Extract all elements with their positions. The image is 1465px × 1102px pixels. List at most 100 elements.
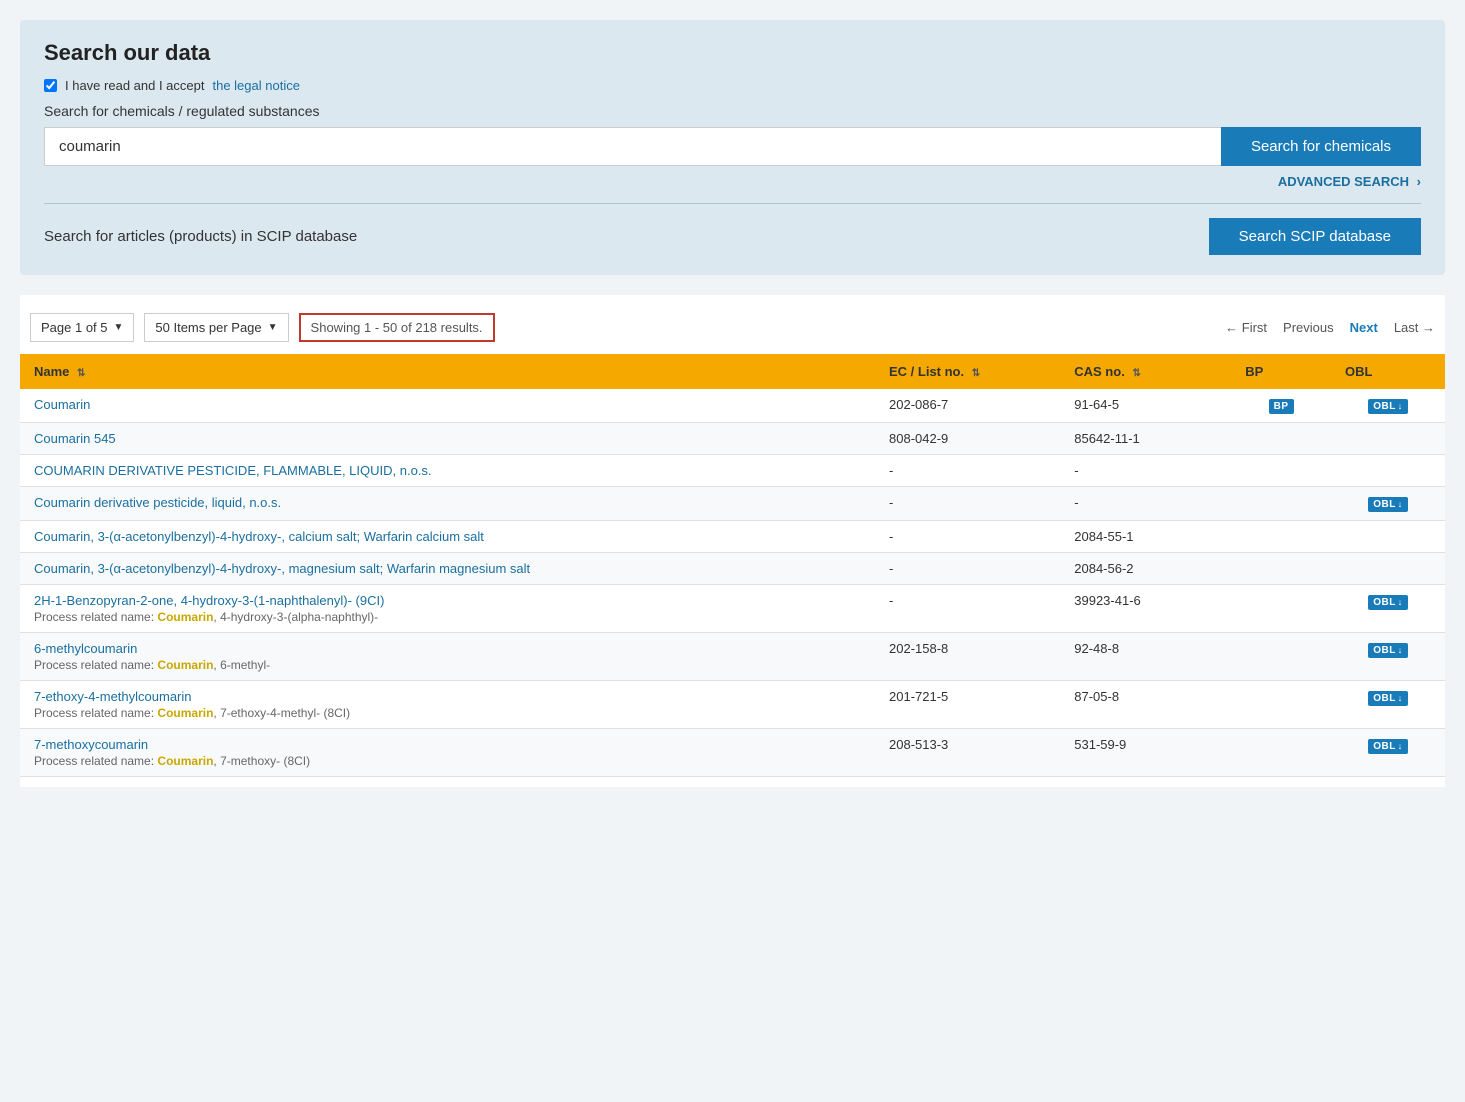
col-header-obl: OBL	[1331, 354, 1445, 389]
obl-badge[interactable]: OBL	[1368, 739, 1408, 754]
items-per-page-selector[interactable]: 50 Items per Page ▼	[144, 313, 288, 342]
obl-badge[interactable]: OBL	[1368, 497, 1408, 512]
col-header-bp: BP	[1231, 354, 1331, 389]
cell-obl: OBL	[1331, 729, 1445, 777]
chemical-name-link[interactable]: COUMARIN DERIVATIVE PESTICIDE, FLAMMABLE…	[34, 463, 432, 478]
table-row: Coumarin202-086-791-64-5BPOBL	[20, 389, 1445, 423]
table-header-row: Name ⇅ EC / List no. ⇅ CAS no. ⇅ BP	[20, 354, 1445, 389]
page-selector[interactable]: Page 1 of 5 ▼	[30, 313, 134, 342]
advanced-search-row: ADVANCED SEARCH ›	[44, 174, 1421, 189]
next-page-link[interactable]: Next	[1350, 320, 1378, 335]
cell-bp	[1231, 633, 1331, 681]
table-header: Name ⇅ EC / List no. ⇅ CAS no. ⇅ BP	[20, 354, 1445, 389]
search-label: Search for chemicals / regulated substan…	[44, 103, 1421, 119]
cell-obl: OBL	[1331, 681, 1445, 729]
legal-link[interactable]: the legal notice	[212, 78, 299, 93]
cell-cas: -	[1060, 455, 1231, 487]
results-table: Name ⇅ EC / List no. ⇅ CAS no. ⇅ BP	[20, 354, 1445, 777]
cell-name: Coumarin, 3-(α-acetonylbenzyl)-4-hydroxy…	[20, 553, 875, 585]
cell-name: Coumarin derivative pesticide, liquid, n…	[20, 487, 875, 521]
cell-cas: 92-48-8	[1060, 633, 1231, 681]
search-input[interactable]	[44, 127, 1221, 166]
cas-sort-icon[interactable]: ⇅	[1132, 368, 1140, 379]
cell-cas: -	[1060, 487, 1231, 521]
previous-page-link[interactable]: Previous	[1283, 320, 1334, 335]
cell-ec: -	[875, 455, 1060, 487]
highlight-text: Coumarin	[157, 706, 213, 720]
cell-bp: BP	[1231, 389, 1331, 423]
obl-badge[interactable]: OBL	[1368, 691, 1408, 706]
name-sort-icon[interactable]: ⇅	[77, 368, 85, 379]
chemical-name-link[interactable]: 7-ethoxy-4-methylcoumarin	[34, 689, 192, 704]
cell-ec: 202-158-8	[875, 633, 1060, 681]
table-row: Coumarin derivative pesticide, liquid, n…	[20, 487, 1445, 521]
col-header-name: Name ⇅	[20, 354, 875, 389]
results-section: Page 1 of 5 ▼ 50 Items per Page ▼ Showin…	[20, 295, 1445, 787]
cell-bp	[1231, 681, 1331, 729]
nav-links: ← First Previous Next Last →	[1225, 320, 1435, 335]
col-header-cas: CAS no. ⇅	[1060, 354, 1231, 389]
cell-name: Coumarin 545	[20, 423, 875, 455]
cell-ec: -	[875, 521, 1060, 553]
legal-notice-row: I have read and I accept the legal notic…	[44, 78, 1421, 93]
table-row: Coumarin, 3-(α-acetonylbenzyl)-4-hydroxy…	[20, 553, 1445, 585]
process-related-name: Process related name: Coumarin, 4-hydrox…	[34, 610, 861, 624]
first-page-link[interactable]: ← First	[1225, 320, 1267, 335]
cell-bp	[1231, 553, 1331, 585]
scip-search-button[interactable]: Search SCIP database	[1209, 218, 1421, 255]
highlight-text: Coumarin	[157, 610, 213, 624]
chemical-name-link[interactable]: 6-methylcoumarin	[34, 641, 137, 656]
search-row: Search for chemicals	[44, 127, 1421, 166]
cell-name: COUMARIN DERIVATIVE PESTICIDE, FLAMMABLE…	[20, 455, 875, 487]
cell-bp	[1231, 487, 1331, 521]
scip-row: Search for articles (products) in SCIP d…	[44, 218, 1421, 255]
results-count: Showing 1 - 50 of 218 results.	[299, 313, 495, 342]
cell-name: 6-methylcoumarinProcess related name: Co…	[20, 633, 875, 681]
cell-obl: OBL	[1331, 389, 1445, 423]
obl-badge[interactable]: OBL	[1368, 595, 1408, 610]
cell-obl: OBL	[1331, 585, 1445, 633]
page-selector-chevron: ▼	[114, 322, 124, 333]
cell-obl	[1331, 455, 1445, 487]
table-row: 7-ethoxy-4-methylcoumarinProcess related…	[20, 681, 1445, 729]
chemical-name-link[interactable]: 7-methoxycoumarin	[34, 737, 148, 752]
cell-name: 7-ethoxy-4-methylcoumarinProcess related…	[20, 681, 875, 729]
table-body: Coumarin202-086-791-64-5BPOBLCoumarin 54…	[20, 389, 1445, 777]
cell-obl: OBL	[1331, 633, 1445, 681]
cell-ec: 202-086-7	[875, 389, 1060, 423]
chemical-name-link[interactable]: 2H-1-Benzopyran-2-one, 4-hydroxy-3-(1-na…	[34, 593, 384, 608]
pagination-row: Page 1 of 5 ▼ 50 Items per Page ▼ Showin…	[20, 305, 1445, 350]
chemical-name-link[interactable]: Coumarin, 3-(α-acetonylbenzyl)-4-hydroxy…	[34, 561, 530, 576]
last-page-link[interactable]: Last →	[1394, 320, 1435, 335]
legal-checkbox[interactable]	[44, 79, 57, 92]
chemical-name-link[interactable]: Coumarin derivative pesticide, liquid, n…	[34, 495, 281, 510]
table-row: Coumarin 545808-042-985642-11-1	[20, 423, 1445, 455]
cell-cas: 2084-56-2	[1060, 553, 1231, 585]
obl-badge[interactable]: OBL	[1368, 399, 1408, 414]
table-row: 7-methoxycoumarinProcess related name: C…	[20, 729, 1445, 777]
chemical-name-link[interactable]: Coumarin, 3-(α-acetonylbenzyl)-4-hydroxy…	[34, 529, 484, 544]
ec-sort-icon[interactable]: ⇅	[972, 368, 980, 379]
cell-cas: 85642-11-1	[1060, 423, 1231, 455]
scip-label: Search for articles (products) in SCIP d…	[44, 228, 357, 245]
cell-ec: 208-513-3	[875, 729, 1060, 777]
cell-name: 2H-1-Benzopyran-2-one, 4-hydroxy-3-(1-na…	[20, 585, 875, 633]
search-section: Search our data I have read and I accept…	[20, 20, 1445, 275]
cell-ec: 201-721-5	[875, 681, 1060, 729]
advanced-search-link[interactable]: ADVANCED SEARCH	[1278, 174, 1409, 189]
obl-badge[interactable]: OBL	[1368, 643, 1408, 658]
cell-bp	[1231, 423, 1331, 455]
cell-name: Coumarin, 3-(α-acetonylbenzyl)-4-hydroxy…	[20, 521, 875, 553]
cell-ec: -	[875, 553, 1060, 585]
cell-ec: -	[875, 487, 1060, 521]
section-divider	[44, 203, 1421, 204]
col-header-ec: EC / List no. ⇅	[875, 354, 1060, 389]
cell-bp	[1231, 729, 1331, 777]
cell-cas: 87-05-8	[1060, 681, 1231, 729]
bp-badge[interactable]: BP	[1269, 399, 1294, 414]
chemical-name-link[interactable]: Coumarin 545	[34, 431, 116, 446]
chemical-name-link[interactable]: Coumarin	[34, 397, 90, 412]
legal-text: I have read and I accept	[65, 78, 204, 93]
search-chemicals-button[interactable]: Search for chemicals	[1221, 127, 1421, 166]
table-row: COUMARIN DERIVATIVE PESTICIDE, FLAMMABLE…	[20, 455, 1445, 487]
